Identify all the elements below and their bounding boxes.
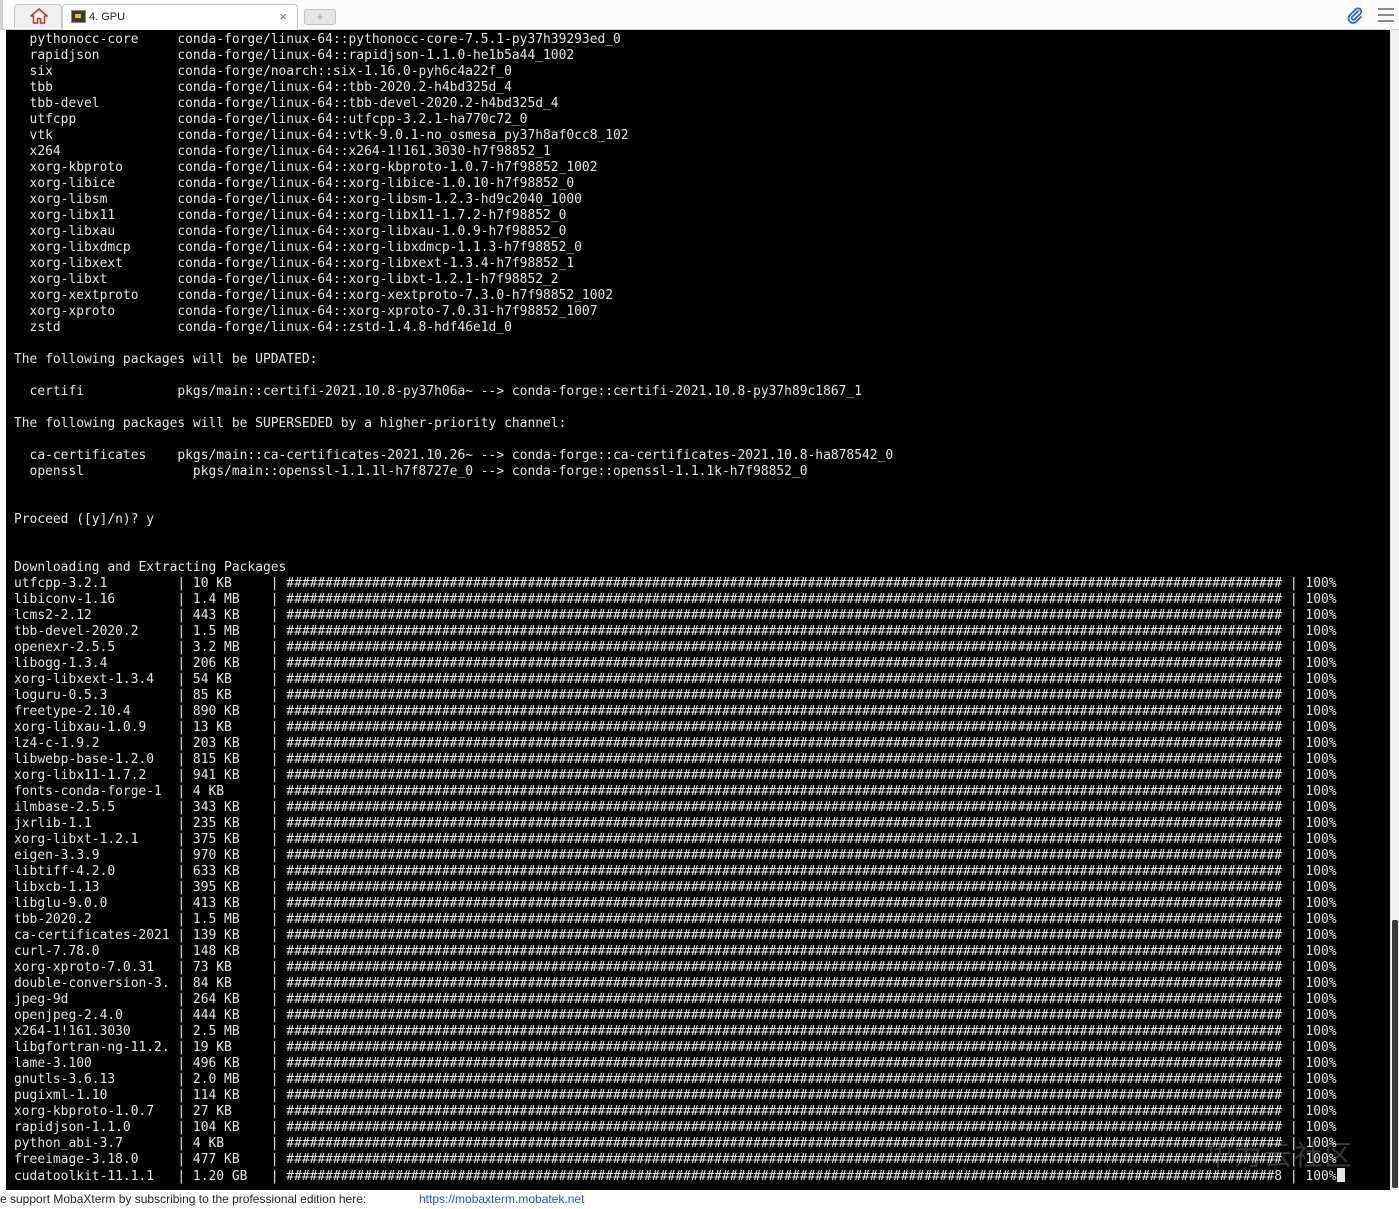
new-tab-button[interactable]: + (304, 9, 336, 25)
download-progress-row: xorg-libxext-1.3.4 | 54 KB | ###########… (14, 672, 1337, 687)
package-line: pythonocc-core conda-forge/linux-64::pyt… (14, 32, 621, 47)
download-progress-row: jxrlib-1.1 | 235 KB | ##################… (14, 816, 1337, 831)
terminal-icon (71, 10, 86, 23)
download-progress-row: curl-7.78.0 | 148 KB | #################… (14, 944, 1337, 959)
download-progress-row: tbb-devel-2020.2 | 1.5 MB | ############… (14, 624, 1337, 639)
mobaxterm-link[interactable]: https://mobaxterm.mobatek.net (419, 1190, 584, 1209)
download-progress-row: xorg-libxau-1.0.9 | 13 KB | ############… (14, 720, 1337, 735)
package-line: xorg-xproto conda-forge/linux-64::xorg-x… (14, 304, 598, 319)
download-progress-row: freeimage-3.18.0 | 477 KB | ############… (14, 1152, 1337, 1167)
package-line: xorg-kbproto conda-forge/linux-64::xorg-… (14, 160, 598, 175)
terminal-output[interactable]: pythonocc-core conda-forge/linux-64::pyt… (6, 30, 1390, 1190)
support-message: e support MobaXterm by subscribing to th… (0, 1192, 367, 1206)
paperclip-icon[interactable] (1346, 6, 1364, 24)
package-line: certifi pkgs/main::certifi-2021.10.8-py3… (14, 384, 862, 399)
package-line: ca-certificates pkgs/main::ca-certificat… (14, 448, 894, 463)
terminal-text: pythonocc-core conda-forge/linux-64::pyt… (6, 30, 1390, 1185)
download-progress-row: loguru-0.5.3 | 85 KB | #################… (14, 688, 1337, 703)
download-progress-row: gnutls-3.6.13 | 2.0 MB | ###############… (14, 1072, 1337, 1087)
download-progress-row: lame-3.100 | 496 KB | ##################… (14, 1056, 1337, 1071)
download-progress-row: rapidjson-1.1.0 | 104 KB | #############… (14, 1120, 1337, 1135)
download-progress-row: libxcb-1.13 | 395 KB | #################… (14, 880, 1337, 895)
download-progress-row: libtiff-4.2.0 | 633 KB | ###############… (14, 864, 1337, 879)
package-line: tbb conda-forge/linux-64::tbb-2020.2-h4b… (14, 80, 512, 95)
package-line: xorg-libxau conda-forge/linux-64::xorg-l… (14, 224, 567, 239)
download-heading: Downloading and Extracting Packages (14, 560, 287, 575)
package-line: xorg-libxt conda-forge/linux-64::xorg-li… (14, 272, 559, 287)
package-line: vtk conda-forge/linux-64::vtk-9.0.1-no_o… (14, 128, 629, 143)
package-line: zstd conda-forge/linux-64::zstd-1.4.8-hd… (14, 320, 512, 335)
download-progress-row: xorg-kbproto-1.0.7 | 27 KB | ###########… (14, 1104, 1337, 1119)
download-progress-row: lcms2-2.12 | 443 KB | ##################… (14, 608, 1337, 623)
hamburger-menu-icon[interactable] (1378, 8, 1394, 22)
home-icon (30, 8, 48, 24)
package-line: tbb-devel conda-forge/linux-64::tbb-deve… (14, 96, 559, 111)
package-line: six conda-forge/noarch::six-1.16.0-pyh6c… (14, 64, 512, 79)
scrollbar-thumb[interactable] (1392, 920, 1398, 1188)
download-progress-row: openexr-2.5.5 | 3.2 MB | ###############… (14, 640, 1337, 655)
package-line: xorg-xextproto conda-forge/linux-64::xor… (14, 288, 614, 303)
download-progress-row: openjpeg-2.4.0 | 444 KB | ##############… (14, 1008, 1337, 1023)
download-progress-row: jpeg-9d | 264 KB | #####################… (14, 992, 1337, 1007)
download-progress-row: fonts-conda-forge-1 | 4 KB | ###########… (14, 784, 1337, 799)
package-line: xorg-libxdmcp conda-forge/linux-64::xorg… (14, 240, 582, 255)
download-progress-row: x264-1!161.3030 | 2.5 MB | #############… (14, 1024, 1337, 1039)
package-line: xorg-libsm conda-forge/linux-64::xorg-li… (14, 192, 582, 207)
download-progress-row: eigen-3.3.9 | 970 KB | #################… (14, 848, 1337, 863)
download-progress-row: libiconv-1.16 | 1.4 MB | ###############… (14, 592, 1337, 607)
close-tab-icon[interactable]: × (279, 9, 287, 24)
download-progress-row: utfcpp-3.2.1 | 10 KB | #################… (14, 576, 1337, 591)
watermark: 华为云社区 (1204, 1139, 1355, 1172)
package-line: xorg-libice conda-forge/linux-64::xorg-l… (14, 176, 575, 191)
download-progress-row: cudatoolkit-11.1.1 | 1.20 GB | #########… (14, 1168, 1390, 1185)
download-progress-row: lz4-c-1.9.2 | 203 KB | #################… (14, 736, 1337, 751)
download-progress-row: xorg-libxt-1.2.1 | 375 KB | ############… (14, 832, 1337, 847)
download-progress-row: libogg-1.3.4 | 206 KB | ################… (14, 656, 1337, 671)
download-progress-row: libgfortran-ng-11.2. | 19 KB | #########… (14, 1040, 1337, 1055)
package-line: openssl pkgs/main::openssl-1.1.1l-h7f872… (14, 464, 808, 479)
download-progress-row: tbb-2020.2 | 1.5 MB | ##################… (14, 912, 1337, 927)
download-progress-row: double-conversion-3. | 84 KB | #########… (14, 976, 1337, 991)
proceed-prompt: Proceed ([y]/n)? y (14, 512, 155, 527)
download-progress-row: libglu-9.0.0 | 413 KB | ################… (14, 896, 1337, 911)
download-progress-row: xorg-libx11-1.7.2 | 941 KB | ###########… (14, 768, 1337, 783)
tab-gpu[interactable]: 4. GPU × (62, 4, 298, 30)
download-progress-row: ca-certificates-2021 | 139 KB | ########… (14, 928, 1337, 943)
tab-label: 4. GPU (89, 11, 126, 23)
package-line: rapidjson conda-forge/linux-64::rapidjso… (14, 48, 575, 63)
package-line: x264 conda-forge/linux-64::x264-1!161.30… (14, 144, 551, 159)
terminal-scrollbar[interactable] (1390, 30, 1399, 1190)
download-progress-row: libwebp-base-1.2.0 | 815 KB | ##########… (14, 752, 1337, 767)
download-progress-row: pugixml-1.10 | 114 KB | ################… (14, 1088, 1337, 1103)
status-bar: e support MobaXterm by subscribing to th… (0, 1190, 1399, 1209)
package-line: xorg-libxext conda-forge/linux-64::xorg-… (14, 256, 575, 271)
home-tab[interactable] (14, 4, 62, 28)
download-progress-row: python_abi-3.7 | 4 KB | ################… (14, 1136, 1337, 1151)
download-progress-row: ilmbase-2.5.5 | 343 KB | ###############… (14, 800, 1337, 815)
tab-bar: 4. GPU × + (0, 0, 1399, 30)
package-line: xorg-libx11 conda-forge/linux-64::xorg-l… (14, 208, 567, 223)
window-edge (0, 0, 3, 30)
updated-heading: The following packages will be UPDATED: (14, 352, 318, 367)
package-line: utfcpp conda-forge/linux-64::utfcpp-3.2.… (14, 112, 528, 127)
download-progress-row: freetype-2.10.4 | 890 KB | #############… (14, 704, 1337, 719)
download-progress-row: xorg-xproto-7.0.31 | 73 KB | ###########… (14, 960, 1337, 975)
superseded-heading: The following packages will be SUPERSEDE… (14, 416, 567, 431)
